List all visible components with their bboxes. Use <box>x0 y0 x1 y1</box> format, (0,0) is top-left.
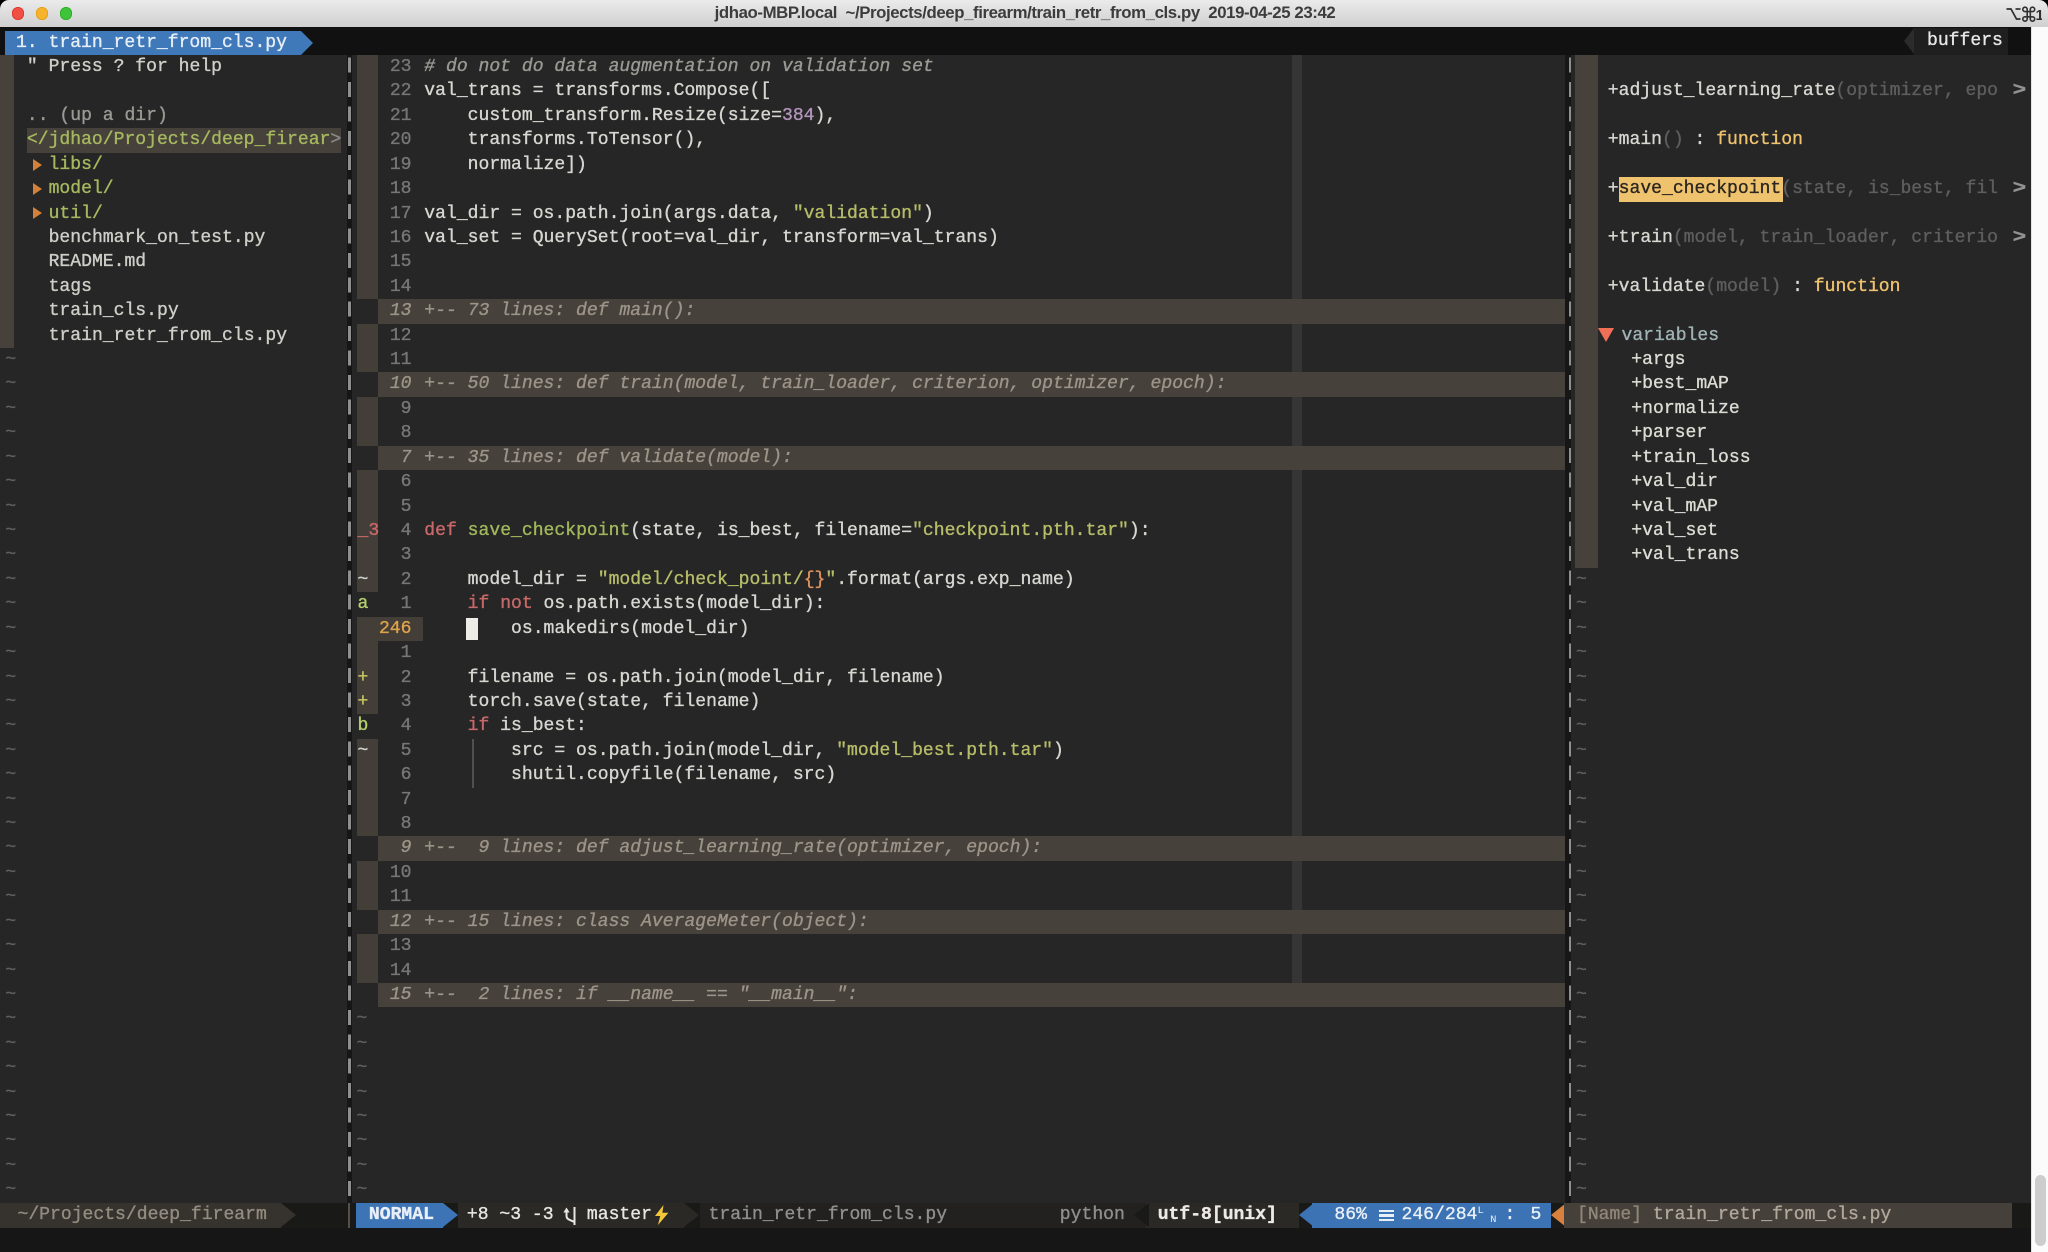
svg-text:1: 1 <box>2036 7 2043 22</box>
